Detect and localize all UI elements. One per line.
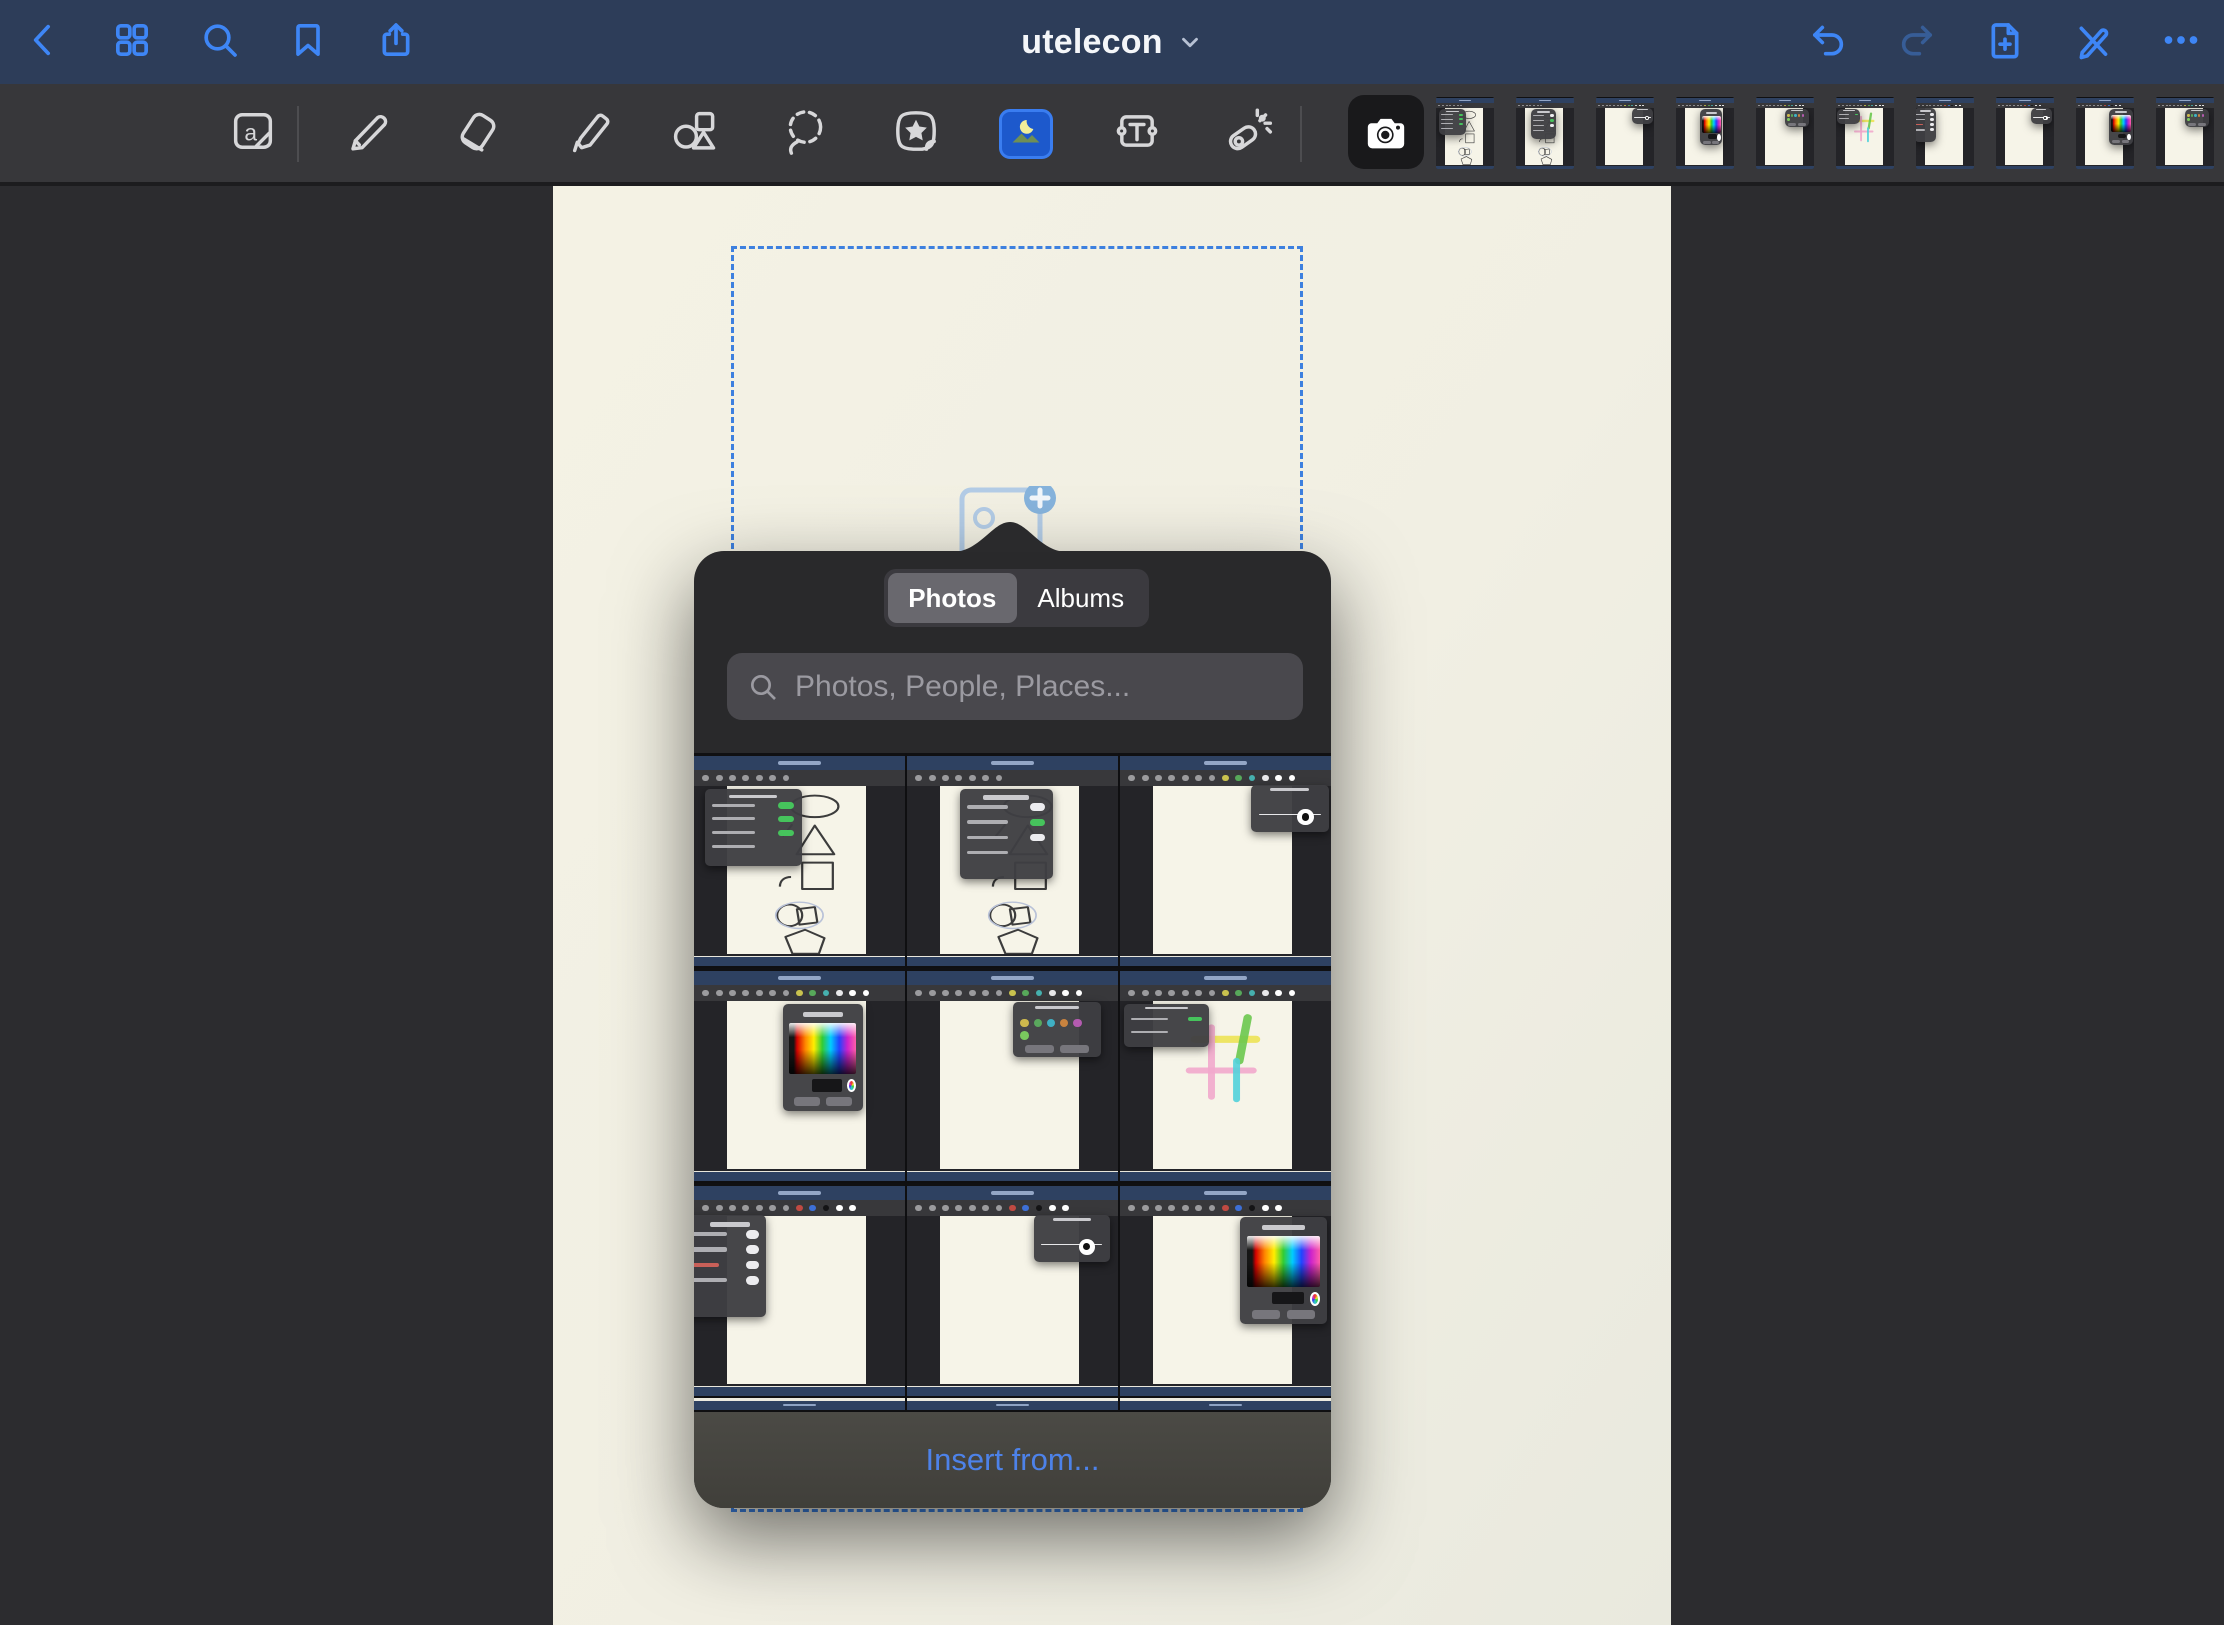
tab-albums[interactable]: Albums	[1017, 573, 1146, 623]
tool-image[interactable]	[999, 109, 1053, 159]
page-thumbnail-6[interactable]	[1836, 97, 1894, 169]
highlighter-icon	[563, 105, 615, 162]
end-editing-button[interactable]	[2065, 14, 2121, 70]
page-thumbnail-strip	[1436, 97, 2224, 169]
tool-shapes[interactable]	[658, 97, 730, 169]
page-thumbnail-8[interactable]	[1996, 97, 2054, 169]
photo-thumbnail-6[interactable]	[1120, 968, 1331, 1181]
tool-highlighter[interactable]	[553, 97, 625, 169]
page-title: utelecon	[1021, 23, 1162, 62]
chevron-down-icon	[1177, 29, 1203, 55]
toolbar-divider	[1300, 106, 1302, 162]
photo-search-field[interactable]	[727, 653, 1303, 720]
tool-text[interactable]	[1101, 97, 1173, 169]
photo-thumbnail-5[interactable]	[907, 968, 1118, 1181]
page-thumbnail-7[interactable]	[1916, 97, 1974, 169]
photos-albums-segment: Photos Albums	[884, 569, 1149, 627]
photo-thumbnail-2[interactable]	[907, 753, 1118, 966]
page-thumbnail-9[interactable]	[2076, 97, 2134, 169]
tool-pen[interactable]	[330, 97, 402, 169]
page-thumbnail-10[interactable]	[2156, 97, 2214, 169]
svg-text:a: a	[244, 119, 257, 145]
search-icon	[747, 671, 779, 703]
popover-arrow	[952, 522, 1068, 552]
search-input[interactable]	[793, 669, 1283, 705]
page-thumbnail-1[interactable]	[1436, 97, 1494, 169]
image-icon	[1006, 114, 1046, 155]
lasso-icon	[779, 105, 831, 162]
photo-thumbnail-1[interactable]	[694, 753, 905, 966]
page-thumbnail-2[interactable]	[1516, 97, 1574, 169]
edit-toolbar: a	[0, 84, 2224, 182]
undo-icon	[1809, 20, 1849, 65]
photos-popover: Photos Albums Insert from...	[694, 551, 1331, 1508]
photo-thumbnail-partial[interactable]	[907, 1398, 1118, 1410]
page-thumbnail-3[interactable]	[1596, 97, 1654, 169]
goodnotes-app: utelecon a	[0, 0, 2224, 1625]
page-thumbnail-5[interactable]	[1756, 97, 1814, 169]
tool-elements[interactable]	[880, 97, 952, 169]
photo-thumbnail-8[interactable]	[907, 1183, 1118, 1396]
photo-thumbnail-7[interactable]	[694, 1183, 905, 1396]
tool-lasso[interactable]	[769, 97, 841, 169]
shapes-icon	[668, 105, 720, 162]
elements-icon	[890, 105, 942, 162]
insert-from-label: Insert from...	[926, 1442, 1100, 1478]
photo-thumbnail-3[interactable]	[1120, 753, 1331, 966]
end-editing-icon	[2073, 20, 2113, 65]
toolbar-divider	[297, 106, 299, 162]
photo-thumbnail-partial[interactable]	[694, 1398, 905, 1410]
add-page-icon	[1985, 20, 2025, 65]
photo-thumbnail-partial[interactable]	[1120, 1398, 1331, 1410]
nav-bar: utelecon	[0, 0, 2224, 84]
redo-icon	[1896, 20, 1936, 65]
page-thumbnail-4[interactable]	[1676, 97, 1734, 169]
text-icon	[1111, 105, 1163, 162]
laser-pointer-icon	[1222, 105, 1274, 162]
undo-button[interactable]	[1801, 14, 1857, 70]
add-page-button[interactable]	[1977, 14, 2033, 70]
photo-thumbnail-4[interactable]	[694, 968, 905, 1181]
insert-from-button[interactable]: Insert from...	[694, 1412, 1331, 1508]
camera-button[interactable]	[1348, 95, 1424, 169]
tool-handwriting[interactable]: a	[217, 97, 289, 169]
redo-button[interactable]	[1888, 14, 1944, 70]
photo-thumbnail-9[interactable]	[1120, 1183, 1331, 1396]
more-button[interactable]	[2153, 14, 2209, 70]
tool-eraser[interactable]	[441, 97, 513, 169]
tab-photos[interactable]: Photos	[888, 573, 1017, 623]
camera-icon	[1363, 112, 1409, 152]
eraser-icon	[451, 105, 503, 162]
pen-icon	[340, 105, 392, 162]
tool-laser-pointer[interactable]	[1212, 97, 1284, 169]
handwriting-icon: a	[227, 105, 279, 162]
photo-grid	[694, 753, 1331, 1412]
more-icon	[2161, 20, 2201, 65]
